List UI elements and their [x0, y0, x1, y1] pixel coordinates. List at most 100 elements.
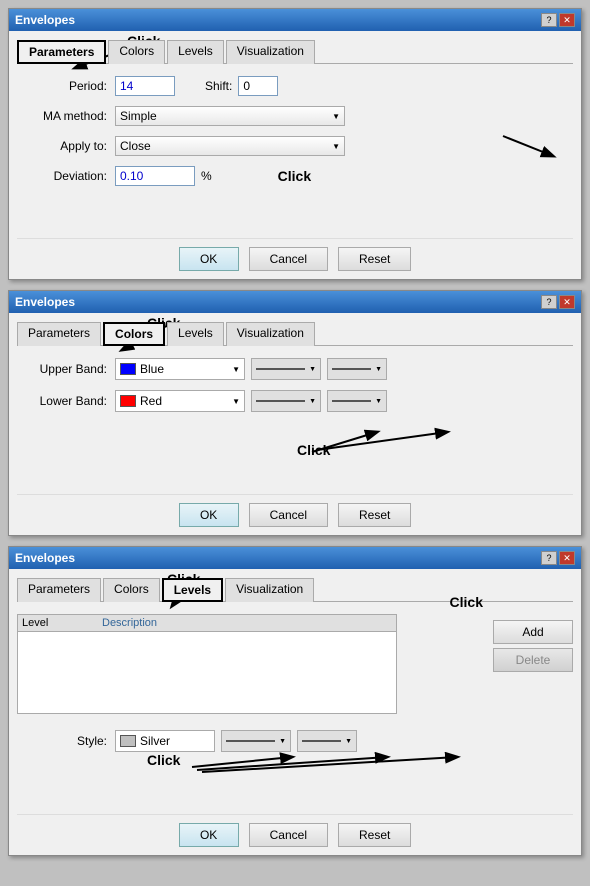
apply-to-dropdown[interactable]: Close ▼ [115, 136, 345, 156]
period-label: Period: [17, 79, 107, 93]
period-shift-row: Period: Shift: [17, 76, 573, 96]
delete-button-3: Delete [493, 648, 573, 672]
dialog-title-1: Envelopes [15, 13, 75, 27]
dialog-content-3: Click Parameters Colors Levels Visualiza… [9, 569, 581, 855]
tab-visualization-3[interactable]: Visualization [225, 578, 314, 602]
arrow-svg-2b [17, 422, 567, 482]
lower-band-swatch [120, 395, 136, 407]
levels-table: Level Description [17, 614, 397, 714]
upper-band-line-width[interactable]: ▼ [327, 358, 387, 380]
lower-band-color-dropdown[interactable]: Red ▼ [115, 390, 245, 412]
click-arrows-2: Click [17, 422, 573, 482]
period-input[interactable] [115, 76, 175, 96]
ma-method-value: Simple [120, 109, 157, 123]
style-line-width[interactable]: ▼ [297, 730, 357, 752]
lower-band-label: Lower Band: [17, 394, 107, 408]
reset-button-3[interactable]: Reset [338, 823, 411, 847]
deviation-input[interactable] [115, 166, 195, 186]
button-row-2: OK Cancel Reset [17, 494, 573, 527]
cancel-button-2[interactable]: Cancel [249, 503, 328, 527]
tab-levels-2[interactable]: Levels [167, 322, 224, 346]
help-button-2[interactable]: ? [541, 295, 557, 309]
help-button-1[interactable]: ? [541, 13, 557, 27]
envelopes-dialog-2: Envelopes ? ✕ Click Parameters Colors Le… [8, 290, 582, 536]
style-color-dropdown[interactable]: Silver [115, 730, 215, 752]
levels-table-area: Level Description [17, 614, 483, 722]
upper-band-color-name: Blue [140, 362, 164, 376]
title-bar-2: Envelopes ? ✕ [9, 291, 581, 313]
levels-table-content [18, 632, 396, 708]
tab-colors-1[interactable]: Colors [108, 40, 165, 64]
shift-label: Shift: [205, 79, 232, 93]
dialog-content-2: Click Parameters Colors Levels Visualiza… [9, 313, 581, 535]
close-button-3[interactable]: ✕ [559, 551, 575, 565]
ok-button-3[interactable]: OK [179, 823, 239, 847]
add-button-3[interactable]: Add [493, 620, 573, 644]
arrow-svg-1b [373, 126, 573, 206]
cancel-button-1[interactable]: Cancel [249, 247, 328, 271]
ma-method-dropdown[interactable]: Simple ▼ [115, 106, 345, 126]
upper-band-row: Upper Band: Blue ▼ ▼ ▼ [17, 358, 573, 380]
levels-table-header: Level Description [18, 615, 396, 632]
apply-to-value: Close [120, 139, 151, 153]
ma-method-label: MA method: [17, 109, 107, 123]
tab-levels-1[interactable]: Levels [167, 40, 224, 64]
desc-col-header: Description [102, 617, 362, 629]
button-row-1: OK Cancel Reset [17, 238, 573, 271]
ma-method-arrow-icon: ▼ [332, 112, 340, 121]
title-bar-3: Envelopes ? ✕ [9, 547, 581, 569]
reset-button-1[interactable]: Reset [338, 247, 411, 271]
tab-parameters-2[interactable]: Parameters [17, 322, 101, 346]
deviation-label: Deviation: [17, 169, 107, 183]
tab-colors-2[interactable]: Colors [103, 322, 165, 346]
help-button-3[interactable]: ? [541, 551, 557, 565]
click-label-dev: Click [278, 168, 311, 184]
tab-colors-3[interactable]: Colors [103, 578, 160, 602]
reset-button-2[interactable]: Reset [338, 503, 411, 527]
title-bar-buttons-3: ? ✕ [541, 551, 575, 565]
dialog-1: Envelopes ? ✕ Click Parameters Colors Le… [8, 8, 582, 280]
tab-parameters-3[interactable]: Parameters [17, 578, 101, 602]
style-row: Style: Silver ▼ ▼ [17, 730, 573, 752]
lower-band-line-width[interactable]: ▼ [327, 390, 387, 412]
lower-band-line-style[interactable]: ▼ [251, 390, 321, 412]
title-bar-buttons-2: ? ✕ [541, 295, 575, 309]
shift-input[interactable] [238, 76, 278, 96]
tab-visualization-1[interactable]: Visualization [226, 40, 315, 64]
tab-bar-3: Parameters Colors Levels Visualization [17, 577, 573, 602]
style-label: Style: [17, 734, 107, 748]
ok-button-1[interactable]: OK [179, 247, 239, 271]
tab-parameters-1[interactable]: Parameters [17, 40, 106, 64]
style-line-style[interactable]: ▼ [221, 730, 291, 752]
cancel-button-3[interactable]: Cancel [249, 823, 328, 847]
style-color-name: Silver [140, 734, 170, 748]
lower-band-color-name: Red [140, 394, 162, 408]
upper-line-preview [256, 368, 305, 370]
upper-band-color-dropdown[interactable]: Blue ▼ [115, 358, 245, 380]
style-swatch [120, 735, 136, 747]
arrow-area-1b [17, 196, 573, 226]
levels-area: Level Description Click Add Delete [17, 614, 573, 722]
close-button-2[interactable]: ✕ [559, 295, 575, 309]
lower-width-preview [332, 400, 371, 402]
dialog-3: Envelopes ? ✕ Click Parameters Colors Le… [8, 546, 582, 856]
upper-band-label: Upper Band: [17, 362, 107, 376]
levels-buttons: Click Add Delete [493, 614, 573, 672]
ok-button-2[interactable]: OK [179, 503, 239, 527]
dialog-title-2: Envelopes [15, 295, 75, 309]
tab-visualization-2[interactable]: Visualization [226, 322, 315, 346]
lower-band-dropdown-arrow: ▼ [232, 397, 240, 406]
button-row-3: OK Cancel Reset [17, 814, 573, 847]
close-button-1[interactable]: ✕ [559, 13, 575, 27]
tab-levels-3[interactable]: Levels [162, 578, 223, 602]
upper-line-arrow-icon: ▼ [309, 366, 316, 373]
lower-band-row: Lower Band: Red ▼ ▼ ▼ [17, 390, 573, 412]
lower-line-arrow-icon: ▼ [309, 398, 316, 405]
click-arrows-3: Click [17, 752, 573, 802]
style-line-preview [226, 740, 275, 742]
apply-to-label: Apply to: [17, 139, 107, 153]
dialog-content-1: Click Parameters Colors Levels Visualiza… [9, 31, 581, 279]
title-bar-1: Envelopes ? ✕ [9, 9, 581, 31]
upper-band-line-style[interactable]: ▼ [251, 358, 321, 380]
envelopes-dialog-1: Envelopes ? ✕ Click Parameters Colors Le… [8, 8, 582, 280]
